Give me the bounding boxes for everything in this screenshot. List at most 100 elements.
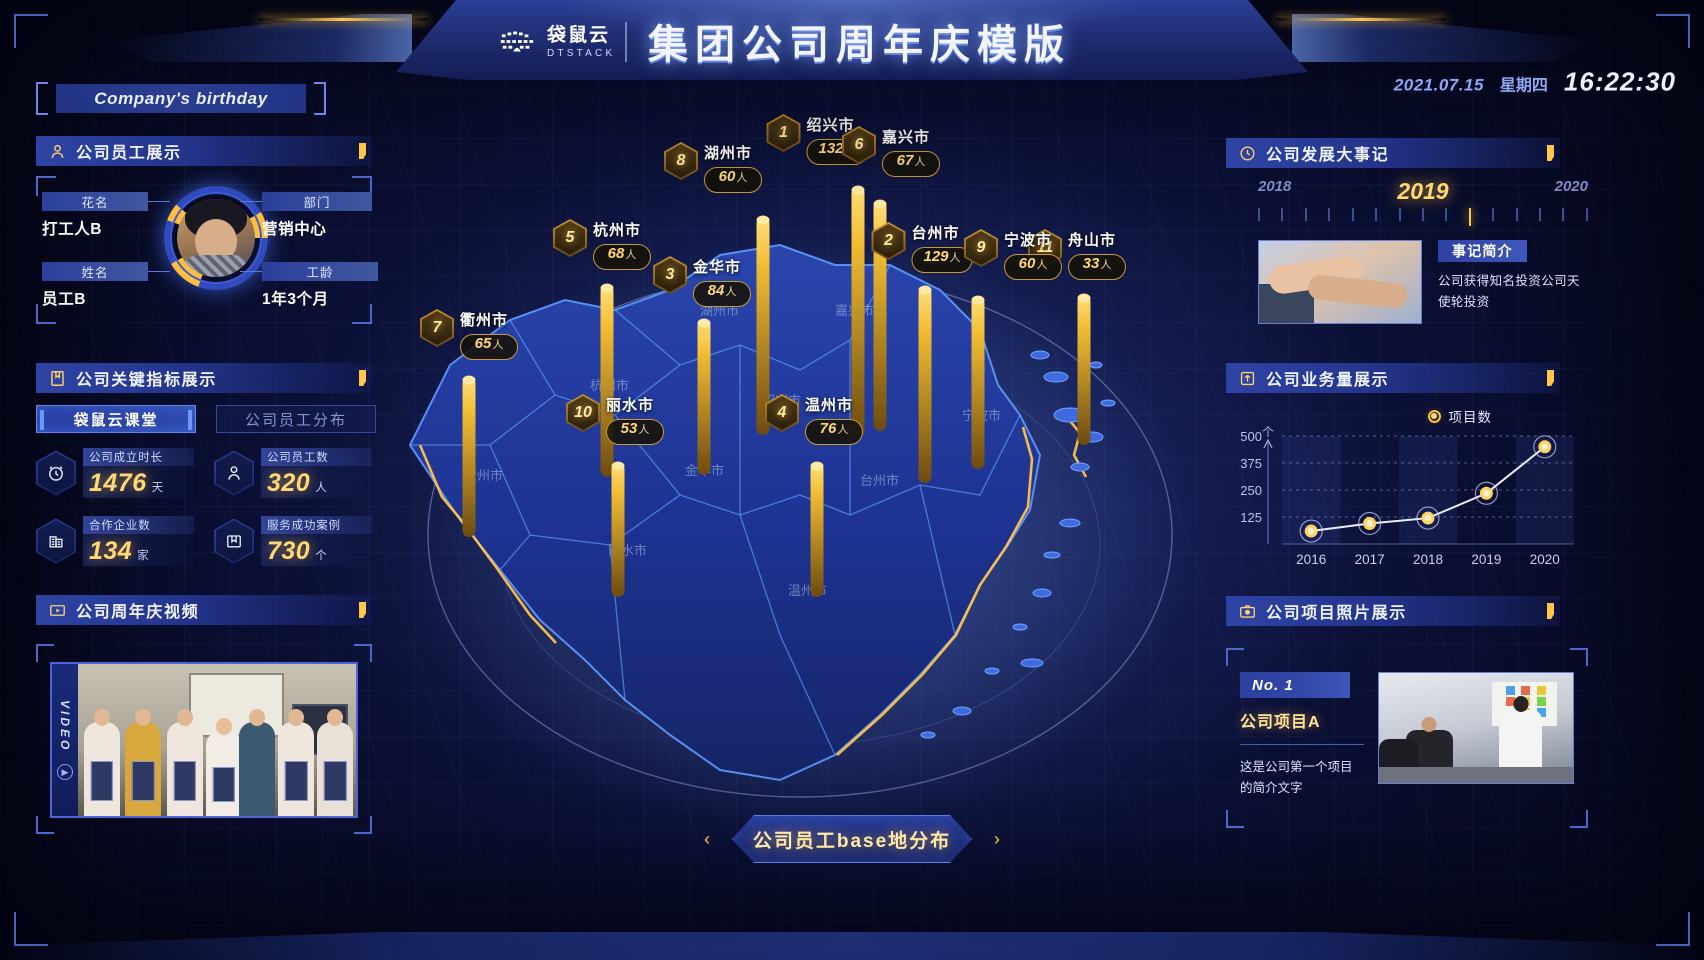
chart-xtick: 2018 bbox=[1413, 552, 1443, 567]
city-marker[interactable]: 8 湖州市 60 人 bbox=[664, 142, 762, 193]
chart-xtick: 2019 bbox=[1471, 552, 1501, 567]
person-icon bbox=[51, 144, 64, 158]
metric-label-0: 公司成立时长 bbox=[83, 448, 194, 466]
employee-card: 花名 打工人B 部门 营销中心 姓名 员工B 工龄 1年3个月 bbox=[36, 176, 378, 324]
city-rank-value: 1 bbox=[779, 124, 788, 141]
city-rank-badge: 7 bbox=[420, 309, 454, 347]
tab-employee-distribution[interactable]: 公司员工分布 bbox=[216, 405, 376, 433]
corner-tl bbox=[36, 644, 54, 662]
employee-tenure-label: 工龄 bbox=[262, 262, 378, 281]
chart-ylabel: 个 bbox=[1262, 426, 1274, 439]
corner-br bbox=[1570, 810, 1588, 828]
timeline-year-1[interactable]: 2019 bbox=[1397, 178, 1448, 205]
timeline-year-2[interactable]: 2020 bbox=[1555, 178, 1588, 205]
corner-bl bbox=[1226, 810, 1244, 828]
play-icon[interactable]: ▶ bbox=[57, 764, 73, 781]
timeline-tick bbox=[1375, 208, 1378, 221]
city-rank-badge: 6 bbox=[842, 126, 876, 164]
employee-dept: 部门 营销中心 bbox=[262, 192, 372, 239]
header-weekday: 星期四 bbox=[1499, 77, 1548, 95]
city-unit: 人 bbox=[1036, 259, 1048, 271]
video-player[interactable]: VIDEO ▶ bbox=[50, 662, 358, 818]
panel-title-metrics: 公司关键指标展示 bbox=[76, 372, 217, 389]
city-marker[interactable]: 10 丽水市 53 人 bbox=[566, 394, 664, 445]
panel-header-metrics: 公司关键指标展示 bbox=[36, 363, 372, 393]
timeline-tick bbox=[1515, 208, 1518, 221]
city-rank-badge: 10 bbox=[566, 394, 600, 432]
metric-label-1: 公司员工数 bbox=[261, 448, 372, 466]
city-rank-badge: 2 bbox=[871, 222, 906, 260]
city-rank-badge: 5 bbox=[553, 219, 587, 257]
map-bar bbox=[600, 283, 614, 477]
city-marker[interactable]: 6 嘉兴市 67 人 bbox=[842, 126, 940, 177]
chart-ytick: 375 bbox=[1240, 456, 1262, 471]
map-caption-bar[interactable]: ‹ 公司员工base地分布 › bbox=[696, 815, 1008, 863]
metric-row-1: 公司成立时长 1476 天 公司员工数 320 人 bbox=[36, 448, 372, 498]
header-wing-right bbox=[1292, 14, 1592, 62]
city-value: 33 bbox=[1082, 255, 1100, 272]
metric-value-2: 134 bbox=[89, 537, 133, 565]
city-marker[interactable]: 2 台州市 129 人 bbox=[871, 222, 973, 273]
city-value: 84 bbox=[707, 282, 725, 299]
project-name: 公司项目A bbox=[1240, 708, 1364, 745]
chevron-right-icon[interactable]: › bbox=[986, 828, 1008, 850]
city-marker[interactable]: 4 温州市 76 人 bbox=[765, 394, 863, 445]
city-unit: 人 bbox=[625, 249, 637, 261]
city-rank-badge: 8 bbox=[664, 142, 698, 180]
project-description: 这是公司第一个项目的简介文字 bbox=[1240, 760, 1353, 796]
corner-tr bbox=[1570, 648, 1588, 666]
employee-nickname: 花名 打工人B bbox=[42, 192, 148, 239]
tab-kangaroo-classroom[interactable]: 袋鼠云课堂 bbox=[36, 405, 196, 433]
city-value: 60 bbox=[1018, 255, 1036, 272]
header-plate bbox=[396, 0, 1308, 80]
header-date: 2021.07.15 bbox=[1393, 75, 1484, 95]
legend-marker-icon bbox=[1427, 409, 1441, 423]
metric-unit-1: 人 bbox=[315, 482, 327, 494]
city-marker[interactable]: 5 杭州市 68 人 bbox=[553, 219, 651, 270]
event-brief-text: 公司获得知名投资公司天使轮投资 bbox=[1438, 274, 1580, 309]
chart-xtick: 2017 bbox=[1355, 552, 1385, 567]
city-name: 温州市 bbox=[805, 397, 854, 414]
panel-header-video: 公司周年庆视频 bbox=[36, 595, 372, 625]
video-side-label: VIDEO bbox=[58, 699, 72, 753]
timeline-year-0[interactable]: 2018 bbox=[1258, 178, 1291, 205]
city-value-pill: 76 人 bbox=[805, 419, 863, 445]
timeline-tick bbox=[1258, 208, 1260, 221]
city-unit: 人 bbox=[638, 424, 650, 436]
city-name: 台州市 bbox=[911, 225, 960, 242]
map-container[interactable]: 湖州市 嘉兴市 杭州市 绍兴市 宁波市 衢州市 金华市 台州市 丽水市 温州市 … bbox=[380, 114, 1240, 855]
tab-label-1: 公司员工分布 bbox=[244, 411, 347, 429]
city-rank-value: 5 bbox=[565, 229, 575, 246]
city-marker[interactable]: 7 衢州市 65 人 bbox=[420, 309, 518, 360]
project-photo[interactable] bbox=[1378, 672, 1574, 784]
events-timeline[interactable]: 2018 2019 2020 bbox=[1258, 178, 1588, 226]
tab-label-0: 袋鼠云课堂 bbox=[73, 411, 159, 429]
project-number-badge: No. 1 bbox=[1240, 672, 1350, 698]
chart-legend[interactable]: 项目数 bbox=[1427, 406, 1493, 426]
metric-value-3: 730 bbox=[267, 537, 311, 565]
video-card[interactable]: VIDEO ▶ bbox=[36, 644, 372, 834]
employee-nickname-value: 打工人B bbox=[42, 221, 103, 238]
timeline-tick bbox=[1468, 208, 1471, 226]
chart-ytick: 125 bbox=[1240, 510, 1262, 525]
building-icon bbox=[36, 518, 76, 564]
chart-xtick: 2016 bbox=[1296, 552, 1326, 567]
employee-tenure-value: 1年3个月 bbox=[262, 291, 329, 308]
panel-title-video: 公司周年庆视频 bbox=[76, 604, 200, 621]
map-bar bbox=[971, 295, 985, 469]
city-marker[interactable]: 9 宁波市 60 人 bbox=[964, 229, 1062, 280]
employee-dept-value: 营销中心 bbox=[262, 221, 327, 238]
city-marker[interactable]: 3 金华市 84 人 bbox=[653, 256, 751, 307]
timeline-tick bbox=[1281, 208, 1284, 221]
connector-line-2 bbox=[240, 201, 262, 202]
timeline-tick bbox=[1304, 208, 1307, 221]
chevron-left-icon[interactable]: ‹ bbox=[696, 828, 718, 850]
city-rank-badge: 1 bbox=[766, 114, 801, 152]
timeline-tick bbox=[1398, 208, 1401, 221]
city-value: 68 bbox=[607, 245, 625, 262]
corner-bl bbox=[36, 816, 54, 834]
logo-text-en: DTSTACK bbox=[547, 47, 616, 59]
timeline-tick bbox=[1421, 208, 1424, 221]
metrics-tab-row[interactable]: 袋鼠云课堂 公司员工分布 bbox=[36, 405, 376, 433]
city-rank-badge: 4 bbox=[765, 394, 799, 432]
